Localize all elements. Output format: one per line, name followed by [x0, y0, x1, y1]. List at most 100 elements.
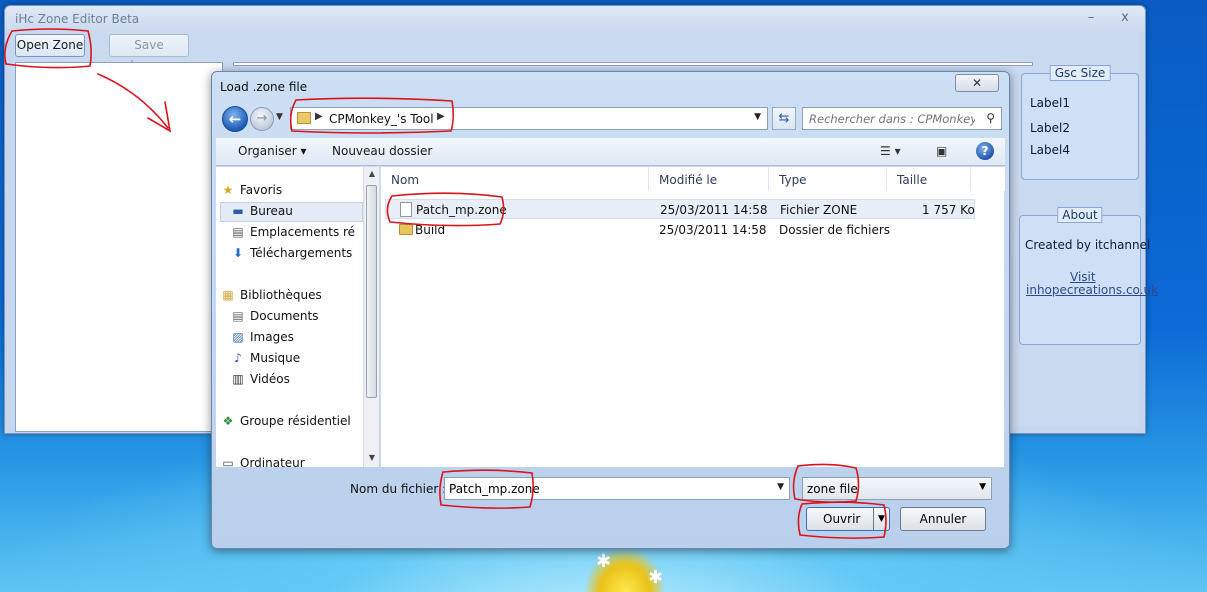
music-icon: ♪ — [234, 351, 242, 365]
gsc-label-1: Label1 — [1030, 96, 1071, 110]
scroll-down-icon[interactable]: ▼ — [366, 453, 378, 462]
breadcrumb-arrow-icon[interactable]: ▶ — [315, 111, 323, 122]
close-button[interactable]: x — [1113, 8, 1137, 28]
cancel-button[interactable]: Annuler — [900, 507, 986, 531]
refresh-button[interactable]: ⇆ — [772, 107, 796, 130]
file-type-value: zone file — [807, 482, 858, 496]
nav-scrollbar[interactable]: ▲ ▼ — [363, 167, 379, 467]
x-icon: ✕ — [971, 76, 983, 90]
flower-sparkle-icon: ✱ — [596, 551, 612, 572]
filename-label: Nom du fichier : — [350, 482, 447, 496]
nav-homegroup[interactable]: Groupe résidentiel — [240, 414, 351, 428]
file-modified: 25/03/2011 14:58 — [659, 223, 767, 237]
file-size: 1 757 Ko — [922, 203, 975, 217]
libraries-icon: ▦ — [222, 288, 234, 302]
videos-icon: ▥ — [232, 372, 244, 386]
file-name: Patch_mp.zone — [416, 203, 507, 217]
folder-icon — [399, 224, 413, 235]
load-zone-dialog: Load .zone file ✕ ← → ▼ ▶ CPMonkey_'s To… — [211, 71, 1010, 549]
file-list: Nom Modifié le Type Taille Patch_mp.zone… — [380, 167, 1005, 467]
nav-item-documents[interactable]: Documents — [250, 309, 318, 323]
nav-item-images[interactable]: Images — [250, 330, 294, 344]
folder-icon — [297, 112, 311, 124]
dialog-toolbar: Organiser ▾ Nouveau dossier ☰ ▾ ▣ ? — [216, 138, 1005, 166]
about-title: About — [1057, 207, 1103, 223]
flower-sparkle-icon: ✱ — [648, 567, 664, 588]
filename-dropdown-icon[interactable]: ▼ — [777, 482, 784, 492]
filename-field: ▼ — [444, 477, 790, 500]
search-input[interactable] — [803, 108, 975, 129]
nav-favorites[interactable]: Favoris — [240, 183, 282, 197]
file-name: Build — [415, 223, 446, 237]
address-bar[interactable]: ▶ CPMonkey_'s Tool ▶ ▼ — [290, 107, 768, 130]
open-zone-button[interactable]: Open Zone — [15, 34, 85, 57]
website-link[interactable]: inhopecreations.co.uk — [1026, 283, 1158, 297]
help-icon[interactable]: ? — [976, 142, 994, 160]
view-options-icon[interactable]: ☰ ▾ — [880, 144, 901, 158]
file-row-build[interactable]: Build 25/03/2011 14:58 Dossier de fichie… — [385, 220, 975, 240]
back-button[interactable]: ← — [222, 106, 248, 132]
file-row-patch[interactable]: Patch_mp.zone 25/03/2011 14:58 Fichier Z… — [385, 199, 975, 219]
open-button[interactable]: Ouvrir ▼ — [806, 507, 890, 531]
new-folder-button[interactable]: Nouveau dossier — [332, 144, 432, 158]
dialog-footer: Nom du fichier : ▼ zone file ▼ Ouvrir ▼ … — [216, 467, 1005, 545]
file-icon — [400, 202, 412, 217]
search-icon[interactable]: ⚲ — [986, 111, 995, 125]
dialog-title: Load .zone file — [220, 80, 308, 94]
recent-places-icon: ▤ — [232, 225, 244, 239]
downloads-icon: ⬇ — [232, 246, 244, 260]
pictures-icon: ▨ — [232, 330, 244, 344]
save-changes-button[interactable]: Save changes — [109, 34, 189, 73]
organize-menu[interactable]: Organiser ▾ — [238, 144, 306, 158]
app-titlebar: iHc Zone Editor Beta – x — [5, 6, 1145, 32]
minimize-button[interactable]: – — [1079, 8, 1103, 28]
arrow-left-icon: ← — [228, 110, 242, 128]
gsc-size-title: Gsc Size — [1049, 65, 1111, 81]
column-type[interactable]: Type — [769, 167, 887, 191]
gsc-label-4: Label4 — [1030, 143, 1071, 157]
nav-item-bureau[interactable]: Bureau — [250, 204, 293, 218]
desktop-icon: ▬ — [232, 204, 244, 218]
documents-icon: ▤ — [232, 309, 244, 323]
file-modified: 25/03/2011 14:58 — [660, 203, 768, 217]
breadcrumb-arrow-icon[interactable]: ▶ — [437, 111, 445, 122]
star-icon: ★ — [222, 183, 234, 197]
arrow-right-icon: → — [256, 111, 268, 126]
chevron-down-icon: ▼ — [979, 482, 986, 492]
dialog-close-button[interactable]: ✕ — [955, 74, 999, 92]
nav-item-videos[interactable]: Vidéos — [250, 372, 290, 386]
about-group: About Created by itchannel Visit inhopec… — [1019, 207, 1158, 345]
nav-item-emplacements[interactable]: Emplacements ré — [250, 225, 360, 239]
open-dropdown-icon[interactable]: ▼ — [873, 508, 889, 530]
column-name[interactable]: Nom — [381, 167, 649, 191]
scroll-up-icon[interactable]: ▲ — [366, 169, 378, 178]
zone-content-area[interactable] — [233, 62, 1033, 66]
visit-link[interactable]: Visit — [1070, 270, 1096, 284]
address-dropdown-icon[interactable]: ▼ — [754, 112, 761, 122]
preview-pane-icon[interactable]: ▣ — [936, 144, 947, 158]
nav-libraries[interactable]: Bibliothèques — [240, 288, 322, 302]
zone-list[interactable] — [15, 62, 223, 432]
column-modified[interactable]: Modifié le — [649, 167, 769, 191]
nav-item-telechargements[interactable]: Téléchargements — [250, 246, 362, 260]
history-dropdown-icon[interactable]: ▼ — [276, 112, 283, 122]
column-size[interactable]: Taille — [887, 167, 971, 191]
gsc-size-group: Gsc Size Label1 Label2 Label4 — [1021, 65, 1139, 180]
nav-item-musique[interactable]: Musique — [250, 351, 300, 365]
file-type: Dossier de fichiers — [779, 223, 891, 237]
file-type-select[interactable]: zone file ▼ — [802, 477, 992, 500]
filename-input[interactable] — [445, 478, 765, 499]
navigation-pane: ★ Favoris ▬ Bureau ▤ Emplacements ré ⬇ T… — [216, 167, 379, 470]
breadcrumb-current[interactable]: CPMonkey_'s Tool — [329, 112, 434, 126]
refresh-icon: ⇆ — [778, 111, 790, 126]
forward-button[interactable]: → — [250, 107, 274, 131]
file-type: Fichier ZONE — [780, 203, 858, 217]
column-header-row: Nom Modifié le Type Taille — [381, 167, 1005, 191]
open-button-label: Ouvrir — [823, 512, 861, 526]
scroll-thumb[interactable] — [366, 185, 377, 398]
app-title: iHc Zone Editor Beta — [15, 12, 140, 26]
created-by-label: Created by itchannel — [1025, 238, 1151, 252]
homegroup-icon: ❖ — [222, 414, 234, 428]
search-box: ⚲ — [802, 107, 1002, 130]
gsc-label-2: Label2 — [1030, 121, 1071, 135]
